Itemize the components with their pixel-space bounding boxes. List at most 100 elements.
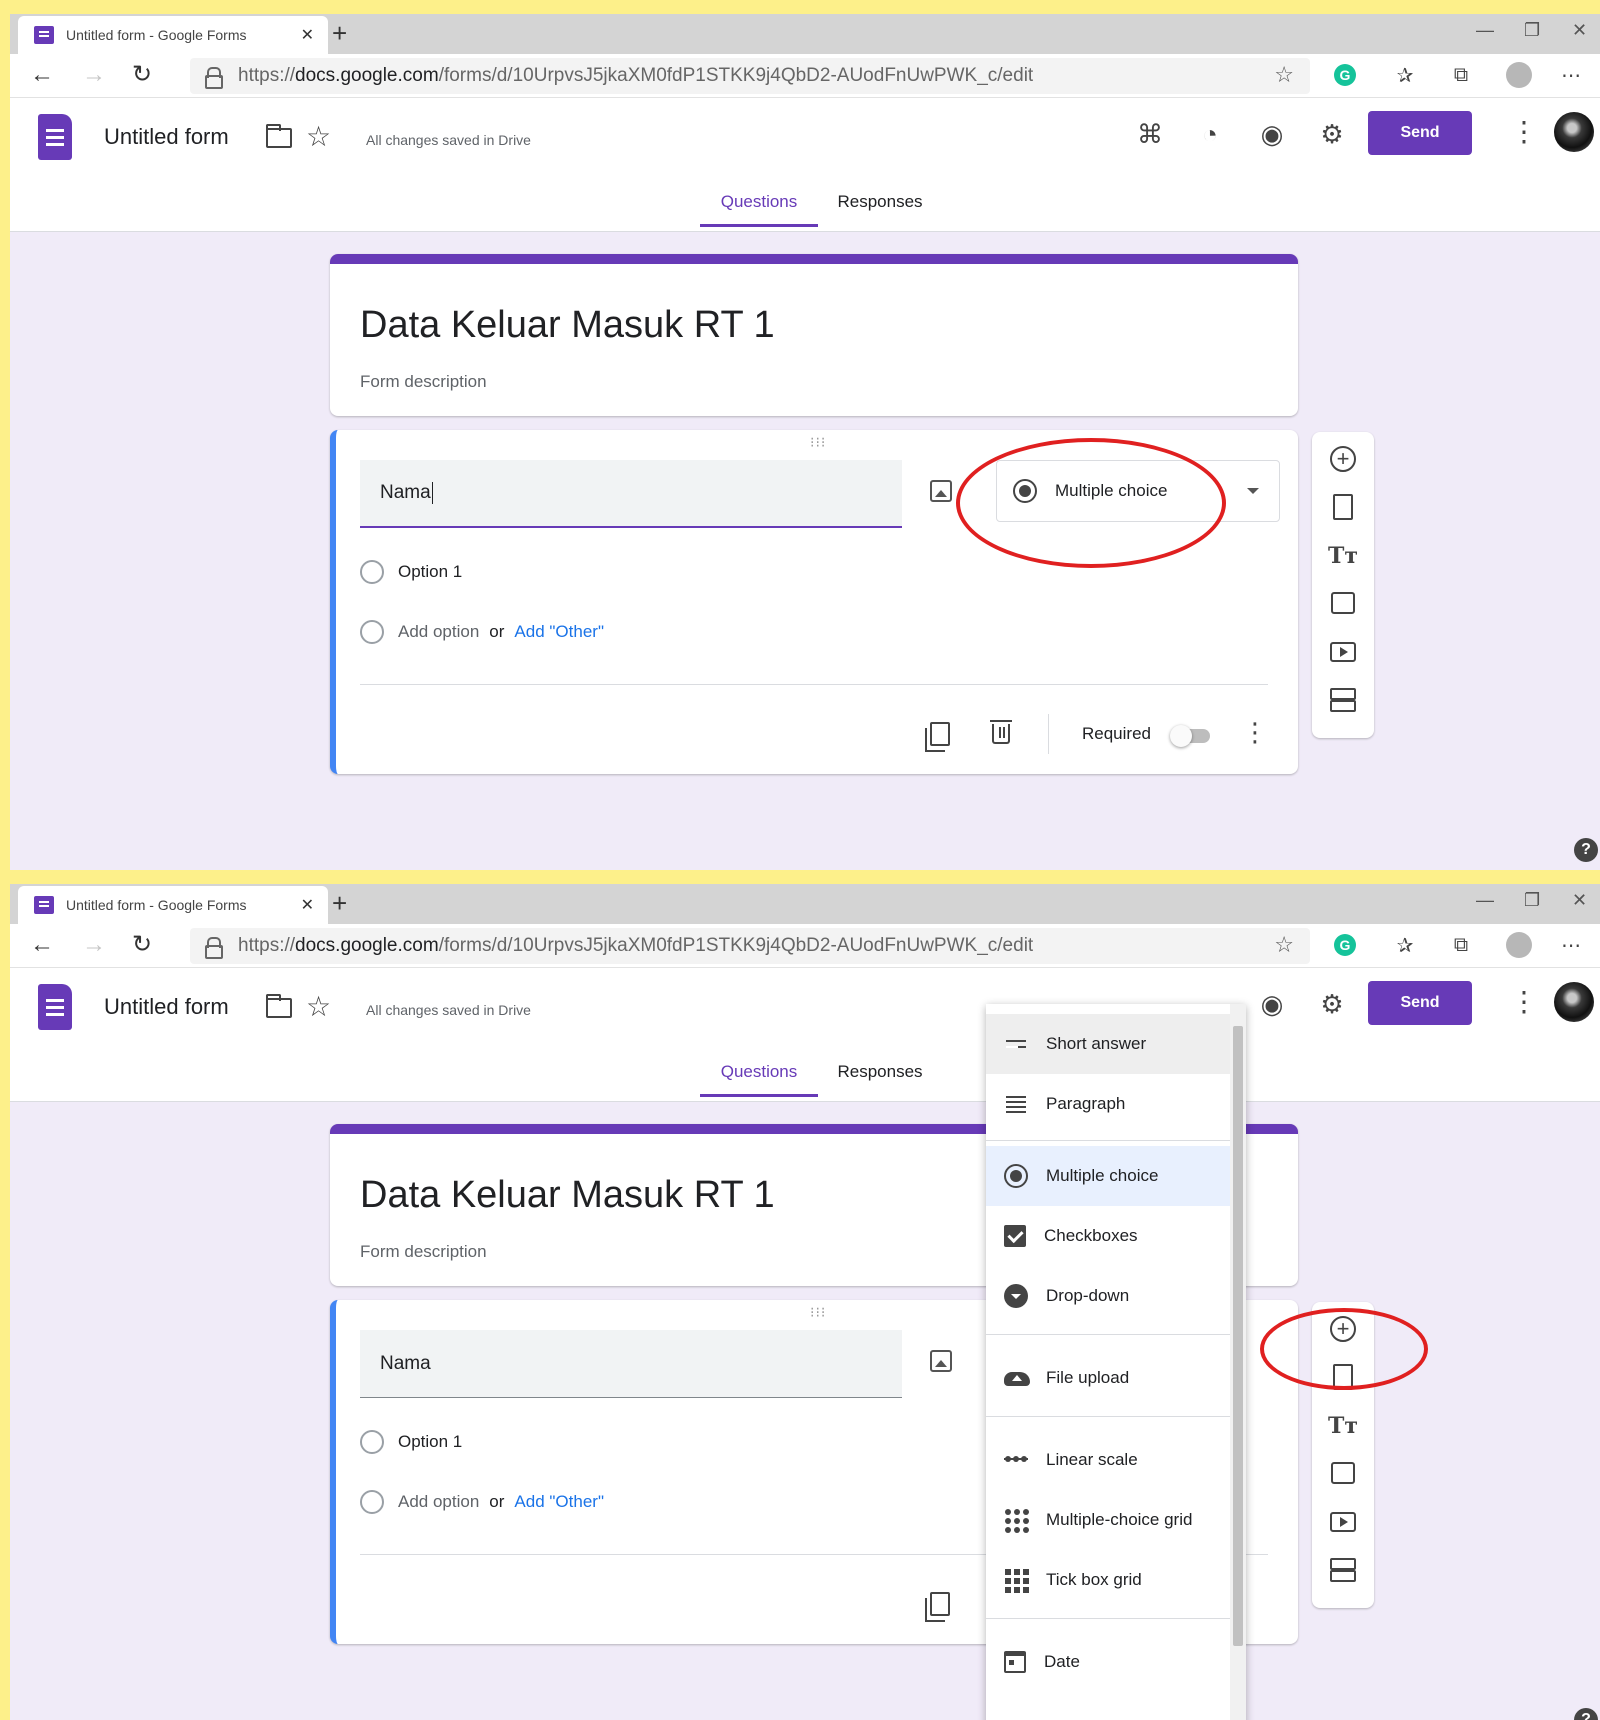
drag-handle-icon[interactable]: ⁝⁝⁝ <box>810 434 826 451</box>
url-input[interactable]: https://docs.google.com/forms/d/10UrpvsJ… <box>190 928 1310 964</box>
question-title-input[interactable]: Nama <box>360 1330 902 1398</box>
add-image-toolbar-icon[interactable] <box>1331 1462 1355 1484</box>
grammarly-extension-icon[interactable]: G <box>1334 64 1356 86</box>
tab-questions[interactable]: Questions <box>700 184 818 227</box>
add-image-icon[interactable] <box>930 1350 952 1372</box>
delete-trash-icon[interactable] <box>990 720 1012 744</box>
browser-tab[interactable]: Untitled form - Google Forms ✕ <box>18 16 328 54</box>
add-option-link[interactable]: Add option <box>398 622 479 642</box>
form-title[interactable]: Data Keluar Masuk RT 1 <box>360 304 775 347</box>
browser-tab[interactable]: Untitled form - Google Forms ✕ <box>18 886 328 924</box>
browser-menu-icon[interactable]: ⋯ <box>1558 932 1584 958</box>
menu-item-file-upload[interactable]: File upload <box>986 1348 1230 1408</box>
add-option-link[interactable]: Add option <box>398 1492 479 1512</box>
close-tab-icon[interactable]: ✕ <box>301 25 314 45</box>
add-section-icon[interactable] <box>1330 1558 1356 1582</box>
new-tab-icon[interactable]: + <box>332 18 347 48</box>
menu-item-short-answer[interactable]: Short answer <box>986 1014 1230 1074</box>
minimize-window-icon[interactable]: — <box>1476 20 1494 41</box>
reload-icon[interactable]: ↻ <box>132 60 152 90</box>
menu-item-checkboxes[interactable]: Checkboxes <box>986 1206 1230 1266</box>
add-title-text-icon[interactable]: Tт <box>1327 1410 1359 1442</box>
menu-item-paragraph[interactable]: Paragraph <box>986 1074 1230 1134</box>
add-section-icon[interactable] <box>1330 688 1356 712</box>
option-label[interactable]: Option 1 <box>398 562 462 582</box>
user-avatar[interactable] <box>1554 112 1594 152</box>
browser-profile-icon[interactable] <box>1506 62 1532 88</box>
help-icon[interactable]: ? <box>1574 1708 1598 1720</box>
tab-questions[interactable]: Questions <box>700 1054 818 1097</box>
menu-item-multiple-choice[interactable]: Multiple choice <box>986 1146 1230 1206</box>
user-avatar[interactable] <box>1554 982 1594 1022</box>
send-button[interactable]: Send <box>1368 111 1472 155</box>
help-icon[interactable]: ? <box>1574 838 1598 862</box>
favorites-list-icon[interactable]: ✰ <box>1392 932 1418 958</box>
move-to-folder-icon[interactable] <box>266 994 292 1018</box>
drag-handle-icon[interactable]: ⁝⁝⁝ <box>810 1304 826 1321</box>
add-question-icon[interactable]: + <box>1330 446 1356 472</box>
menu-scrollbar[interactable] <box>1230 1004 1246 1720</box>
star-form-icon[interactable]: ☆ <box>306 120 331 153</box>
add-ons-puzzle-icon[interactable]: ⌘ <box>1132 116 1168 152</box>
restore-window-icon[interactable]: ❐ <box>1524 20 1540 41</box>
reload-icon[interactable]: ↻ <box>132 930 152 960</box>
add-other-link[interactable]: Add "Other" <box>514 622 604 642</box>
new-tab-icon[interactable]: + <box>332 888 347 918</box>
add-other-link[interactable]: Add "Other" <box>514 1492 604 1512</box>
option-row[interactable]: Option 1 <box>360 560 462 584</box>
question-more-icon[interactable]: ⋮ <box>1242 716 1268 748</box>
browser-menu-icon[interactable]: ⋯ <box>1558 62 1584 88</box>
forward-arrow-icon[interactable]: → <box>82 930 106 960</box>
duplicate-icon[interactable] <box>925 722 950 752</box>
google-forms-logo-icon[interactable] <box>38 114 72 160</box>
google-forms-logo-icon[interactable] <box>38 984 72 1030</box>
preview-eye-icon[interactable]: ◉ <box>1254 116 1290 152</box>
forward-arrow-icon[interactable]: → <box>82 60 106 90</box>
minimize-window-icon[interactable]: — <box>1476 890 1494 911</box>
move-to-folder-icon[interactable] <box>266 124 292 148</box>
browser-profile-icon[interactable] <box>1506 932 1532 958</box>
menu-item-linear-scale[interactable]: Linear scale <box>986 1430 1230 1490</box>
close-window-icon[interactable]: ✕ <box>1572 20 1587 41</box>
preview-eye-icon[interactable]: ◉ <box>1254 986 1290 1022</box>
duplicate-icon[interactable] <box>925 1592 950 1622</box>
question-title-input[interactable]: Nama <box>360 460 902 528</box>
add-image-toolbar-icon[interactable] <box>1331 592 1355 614</box>
import-questions-icon[interactable] <box>1333 494 1353 520</box>
star-form-icon[interactable]: ☆ <box>306 990 331 1023</box>
tab-responses[interactable]: Responses <box>818 184 942 227</box>
form-title[interactable]: Data Keluar Masuk RT 1 <box>360 1174 775 1217</box>
add-question-icon[interactable]: + <box>1330 1316 1356 1342</box>
customize-theme-palette-icon[interactable]: ◔ <box>1192 116 1228 152</box>
question-card[interactable]: ⁝⁝⁝ Nama Multiple choice Option 1 Add op… <box>330 430 1298 774</box>
back-arrow-icon[interactable]: ← <box>30 60 54 90</box>
option-label[interactable]: Option 1 <box>398 1432 462 1452</box>
menu-item-date[interactable]: Date <box>986 1632 1230 1692</box>
send-button[interactable]: Send <box>1368 981 1472 1025</box>
settings-gear-icon[interactable]: ⚙ <box>1314 986 1350 1022</box>
back-arrow-icon[interactable]: ← <box>30 930 54 960</box>
add-video-icon[interactable] <box>1330 1512 1356 1532</box>
form-name[interactable]: Untitled form <box>104 994 229 1020</box>
menu-item-drop-down[interactable]: Drop-down <box>986 1266 1230 1326</box>
favorites-list-icon[interactable]: ✰ <box>1392 62 1418 88</box>
grammarly-extension-icon[interactable]: G <box>1334 934 1356 956</box>
close-tab-icon[interactable]: ✕ <box>301 895 314 915</box>
required-toggle[interactable] <box>1170 725 1212 747</box>
menu-item-tick-box-grid[interactable]: Tick box grid <box>986 1550 1230 1610</box>
option-row[interactable]: Option 1 <box>360 1430 462 1454</box>
menu-item-multiple-choice-grid[interactable]: Multiple-choice grid <box>986 1490 1230 1550</box>
add-video-icon[interactable] <box>1330 642 1356 662</box>
settings-gear-icon[interactable]: ⚙ <box>1314 116 1350 152</box>
more-options-icon[interactable]: ⋮ <box>1510 116 1538 148</box>
url-input[interactable]: https://docs.google.com/forms/d/10UrpvsJ… <box>190 58 1310 94</box>
tab-responses[interactable]: Responses <box>818 1054 942 1097</box>
more-options-icon[interactable]: ⋮ <box>1510 986 1538 1018</box>
restore-window-icon[interactable]: ❐ <box>1524 890 1540 911</box>
add-image-icon[interactable] <box>930 480 952 502</box>
bookmark-star-icon[interactable]: ☆ <box>1274 932 1294 958</box>
form-name[interactable]: Untitled form <box>104 124 229 150</box>
question-type-dropdown[interactable]: Multiple choice <box>996 460 1280 522</box>
form-description-input[interactable]: Form description <box>360 372 487 392</box>
form-description-input[interactable]: Form description <box>360 1242 487 1262</box>
